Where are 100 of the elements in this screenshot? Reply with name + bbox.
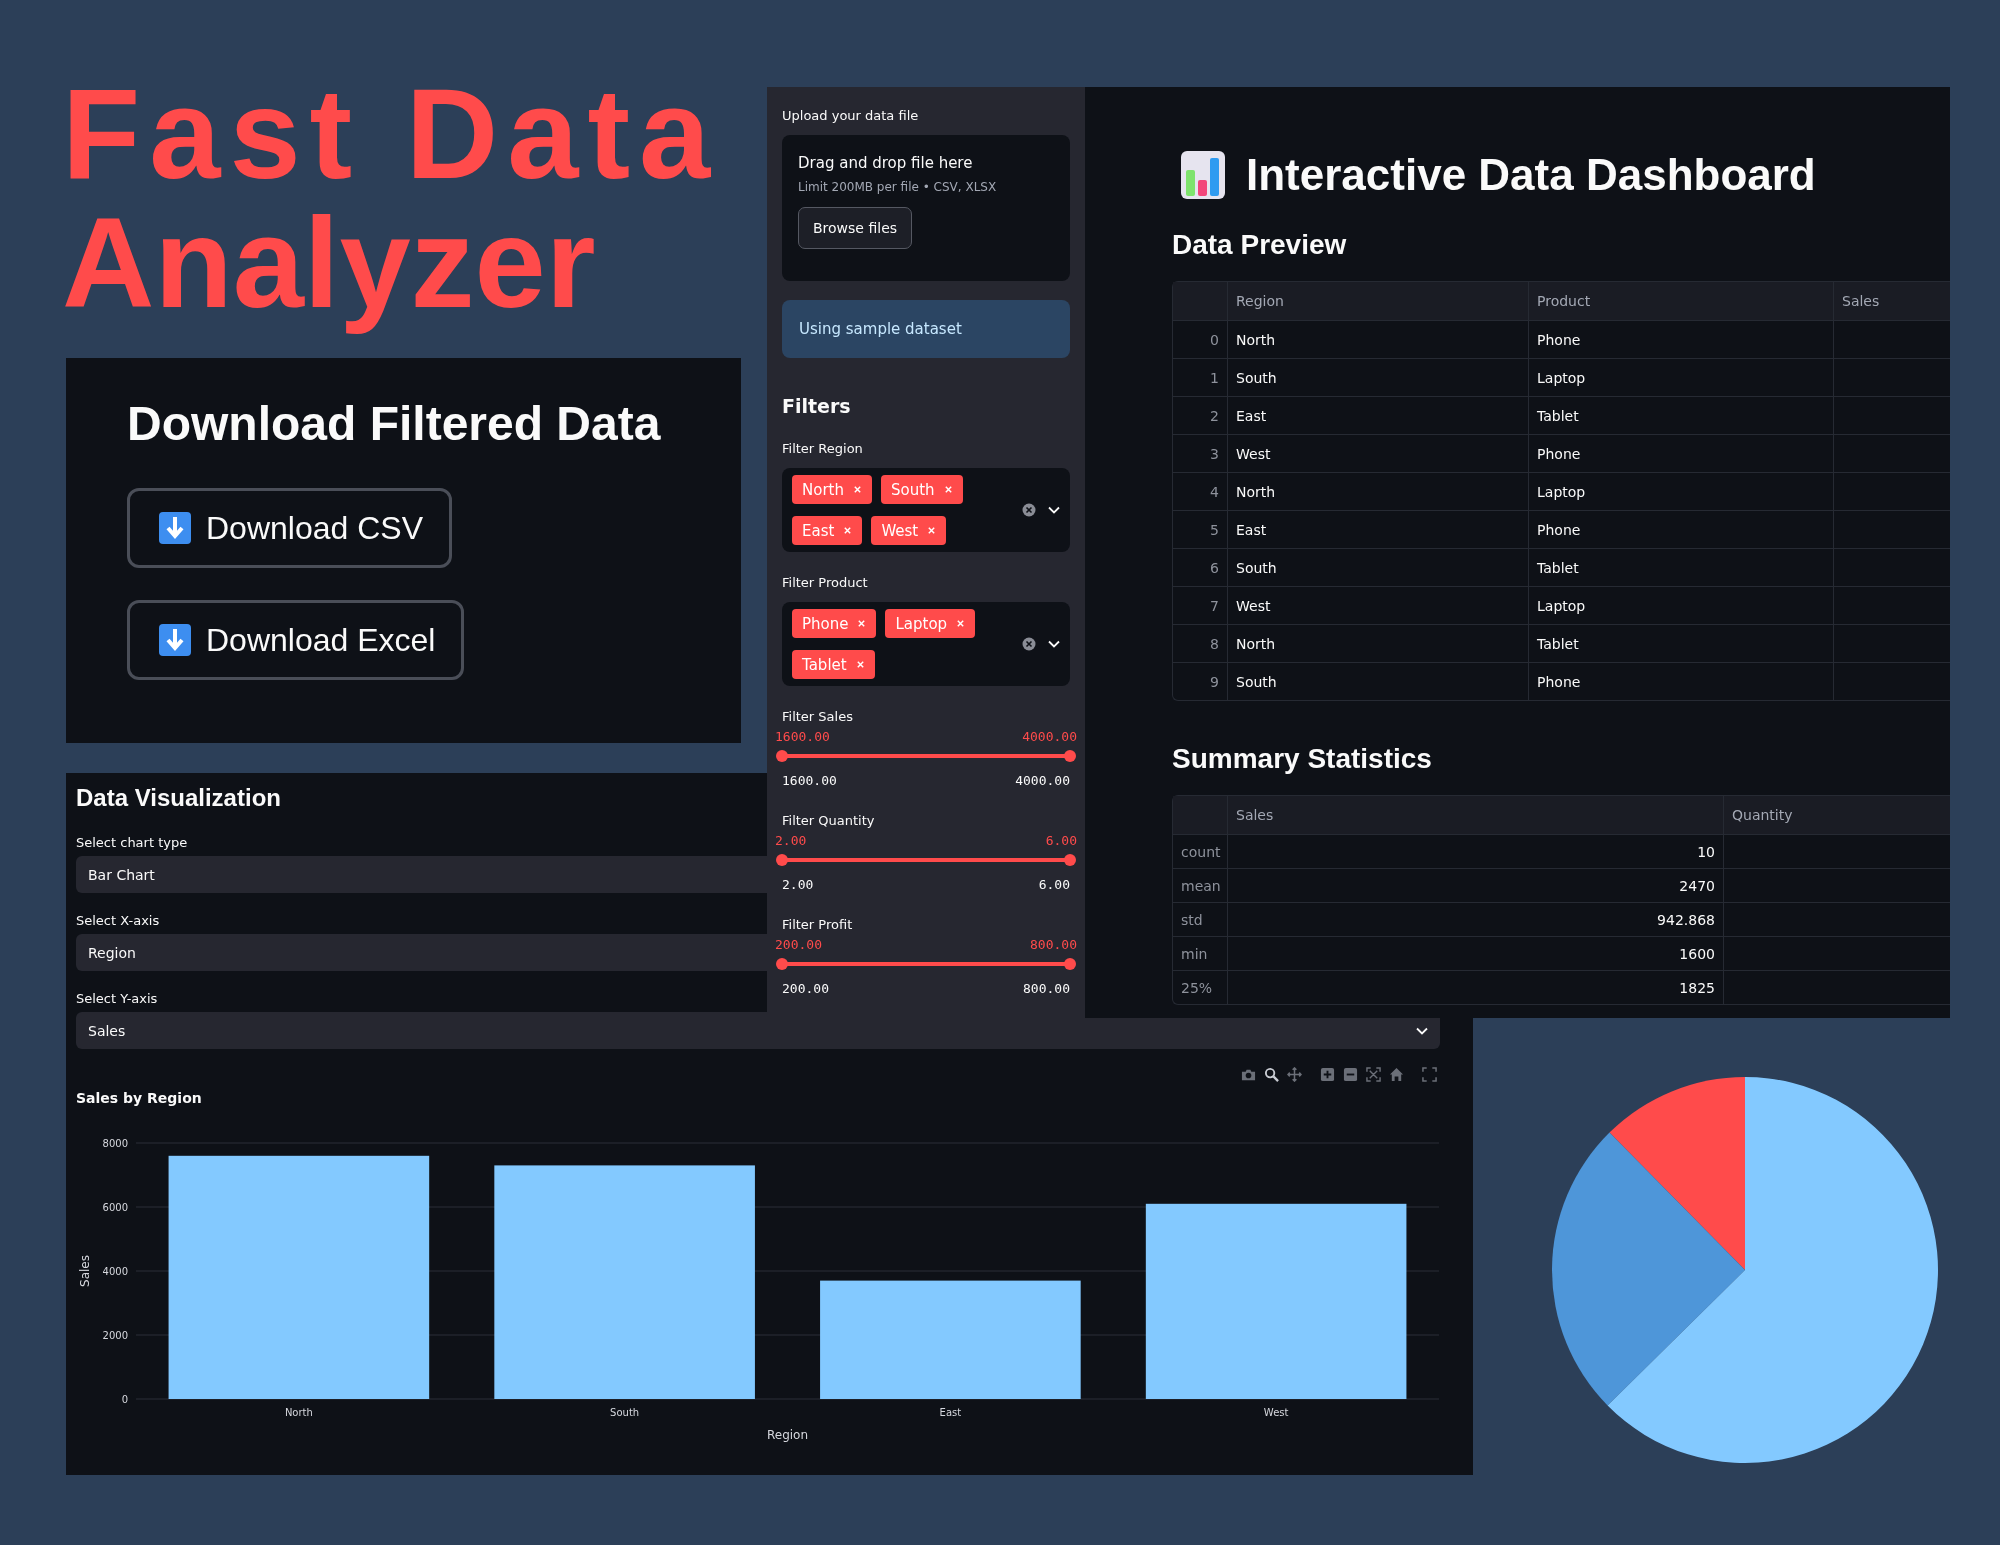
slider-max-label: 4000.00 [1015, 772, 1070, 790]
table-cell: 1825 [1227, 971, 1723, 1004]
clear-icon[interactable] [1022, 637, 1036, 651]
table-cell: Phone [1528, 663, 1833, 700]
row-index: 2 [1209, 406, 1220, 426]
row-index: 3 [1209, 444, 1220, 464]
uploader-label: Upload your data file [782, 107, 920, 125]
row-index: 8 [1209, 634, 1220, 654]
select-field[interactable]: Bar Chart [76, 856, 767, 893]
filter-label: Filter Sales [782, 708, 854, 726]
download-button[interactable]: Download CSV [127, 488, 452, 568]
remove-icon[interactable] [855, 660, 865, 669]
file-drop-zone[interactable]: Drag and drop file here Limit 200MB per file • CSV, XLSX Browse files [782, 135, 1070, 281]
row-index: 9 [1209, 672, 1220, 692]
table-cell: North [1227, 625, 1528, 662]
chevron-down-icon[interactable] [1048, 640, 1060, 648]
chart-title: Sales by Region [76, 1089, 202, 1107]
x-tick-label: North [284, 1407, 313, 1418]
remove-icon[interactable] [956, 619, 966, 628]
slider-max-label: 800.00 [1023, 980, 1070, 998]
y-tick-label: 4000 [102, 1266, 128, 1277]
slider-min-label: 2.00 [782, 876, 814, 894]
select-field[interactable]: Sales [76, 1012, 1440, 1049]
row-index: 1 [1209, 368, 1220, 388]
table-cell: Phone [1528, 511, 1833, 548]
filter-label: Filter Quantity [782, 812, 876, 830]
poster-title-line: Analyzer [62, 190, 596, 336]
select-label: Select chart type [76, 835, 188, 851]
home-icon[interactable] [1389, 1066, 1404, 1082]
x-tick-label: East [939, 1407, 962, 1418]
row-index: 5 [1209, 520, 1220, 540]
column-header[interactable]: Quantity [1723, 796, 1950, 834]
column-header[interactable]: Product [1528, 282, 1833, 320]
table-cell: Laptop [1528, 587, 1833, 624]
slider-min-label: 1600.00 [782, 772, 837, 790]
table-cell: Phone [1528, 321, 1833, 358]
table-cell: Tablet [1528, 625, 1833, 662]
table-cell: 2470 [1227, 869, 1723, 902]
remove-icon[interactable] [852, 485, 862, 494]
y-tick-label: 0 [121, 1394, 128, 1405]
statistic-name: mean [1180, 876, 1222, 896]
statistic-name: std [1180, 910, 1204, 930]
slider-low-value: 1600.00 [775, 728, 830, 746]
slider-min-label: 200.00 [782, 980, 829, 998]
chevron-down-icon[interactable] [1048, 506, 1060, 514]
zoom-in-icon[interactable] [1320, 1066, 1335, 1082]
x-tick-label: South [610, 1407, 640, 1418]
slider-handle[interactable] [776, 958, 788, 970]
filters-heading: Filters [782, 394, 852, 418]
remove-icon[interactable] [943, 485, 953, 494]
row-index: 6 [1209, 558, 1220, 578]
section-heading: Data Visualization [76, 783, 281, 813]
table-cell: East [1227, 511, 1528, 548]
pan-icon[interactable] [1287, 1066, 1302, 1082]
chevron-down-icon [1416, 1026, 1428, 1035]
remove-icon[interactable] [857, 619, 867, 628]
remove-icon[interactable] [927, 526, 937, 535]
y-tick-label: 8000 [102, 1138, 128, 1149]
zoom-out-icon[interactable] [1343, 1066, 1358, 1082]
slider-handle[interactable] [1064, 854, 1076, 866]
clear-icon[interactable] [1022, 503, 1036, 517]
autoscale-icon[interactable] [1366, 1066, 1381, 1082]
slider-handle[interactable] [776, 750, 788, 762]
remove-icon[interactable] [843, 526, 853, 535]
row-index: 4 [1209, 482, 1220, 502]
slider-handle[interactable] [1064, 750, 1076, 762]
table-cell: Phone [1528, 435, 1833, 472]
table-cell: North [1227, 321, 1528, 358]
info-message: Using sample dataset [782, 300, 1070, 358]
x-axis-title: Region [766, 1428, 809, 1442]
upload-limit-text: Limit 200MB per file • CSV, XLSX [798, 179, 998, 195]
slider-handle[interactable] [776, 854, 788, 866]
column-header[interactable]: Sales [1227, 796, 1723, 834]
table-cell: Tablet [1528, 549, 1833, 586]
fullscreen-icon[interactable] [1422, 1066, 1437, 1082]
filter-label: Filter Product [782, 574, 869, 592]
drop-text: Drag and drop file here [798, 153, 974, 173]
column-header[interactable]: Region [1227, 282, 1528, 320]
table-cell: South [1227, 663, 1528, 700]
browse-files-button[interactable]: Browse files [798, 207, 913, 249]
select-label: Select X-axis [76, 913, 160, 929]
bar-chart-icon [1180, 150, 1226, 200]
table-cell: Tablet [1528, 397, 1833, 434]
dashboard-title: Interactive Data Dashboard [1246, 150, 1816, 200]
row-index: 7 [1209, 596, 1220, 616]
table-cell: North [1227, 473, 1528, 510]
slider-handle[interactable] [1064, 958, 1076, 970]
slider-max-label: 6.00 [1038, 876, 1070, 894]
table-cell: 942.868 [1227, 903, 1723, 936]
slider-high-value: 800.00 [1030, 936, 1077, 954]
column-header[interactable]: Sales [1833, 282, 1950, 320]
table-cell: 10 [1227, 835, 1723, 868]
zoom-icon[interactable] [1264, 1066, 1279, 1082]
filter-label: Filter Region [782, 440, 864, 458]
download-button[interactable]: Download Excel [127, 600, 465, 680]
slider-low-value: 200.00 [775, 936, 822, 954]
y-axis-title: Sales [78, 1255, 92, 1287]
table-cell: 1600 [1227, 937, 1723, 970]
row-index: 0 [1209, 330, 1220, 350]
select-field[interactable]: Region [76, 934, 767, 971]
